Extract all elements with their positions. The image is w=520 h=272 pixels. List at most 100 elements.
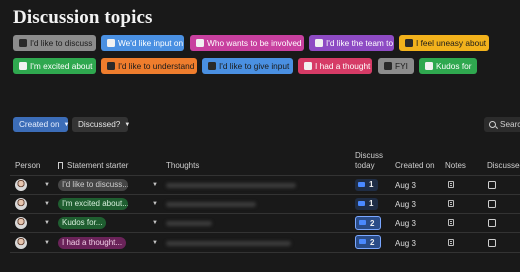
tag-id-like-the-team-to[interactable]: I'd like the team to — [309, 35, 394, 51]
column-header-statement-label: Statement starter — [67, 161, 129, 170]
page-title: Discussion topics — [13, 7, 153, 28]
column-header-discuss-today-line1[interactable]: Discuss — [355, 151, 383, 161]
column-header-person[interactable]: Person — [15, 161, 40, 171]
chevron-down-icon: ▼ — [63, 122, 70, 128]
discussed-checkbox[interactable] — [488, 219, 496, 227]
column-header-notes[interactable]: Notes — [445, 161, 466, 171]
tag-id-like-to-understand[interactable]: I'd like to understand — [101, 58, 197, 74]
thoughts-text-blurred — [166, 221, 212, 226]
table-divider — [10, 175, 520, 176]
discussed-checkbox[interactable] — [488, 239, 496, 247]
tag-handle-icon — [19, 62, 27, 70]
discuss-today-counter[interactable]: 1 — [355, 198, 378, 210]
discuss-today-counter[interactable]: 1 — [355, 179, 378, 191]
tag-label: FYI — [395, 61, 408, 71]
created-date: Aug 3 — [395, 219, 416, 228]
row-divider — [10, 252, 520, 253]
discussed-checkbox[interactable] — [488, 181, 496, 189]
created-on-filter-button[interactable]: Created on ▼ — [13, 117, 70, 132]
discuss-count: 2 — [370, 238, 375, 247]
filter-label: Discussed? — [78, 120, 121, 129]
tag-handle-icon — [107, 39, 115, 47]
discussed-filter-button[interactable]: Discussed? ▼ — [72, 117, 131, 132]
notes-icon[interactable] — [448, 181, 454, 188]
search-label: Search — [500, 120, 520, 129]
thoughts-text-blurred — [166, 183, 296, 188]
avatar[interactable] — [15, 237, 27, 249]
tag-handle-icon — [304, 62, 312, 70]
tag-label: I'd like the team to — [326, 38, 394, 48]
chevron-down-icon[interactable]: ▼ — [44, 182, 50, 188]
comment-icon — [359, 220, 366, 225]
statement-pill[interactable]: Kudos for... — [58, 217, 106, 229]
tag-im-excited-about[interactable]: I'm excited about — [13, 58, 96, 74]
notes-icon[interactable] — [448, 200, 454, 207]
notes-icon[interactable] — [448, 219, 454, 226]
row-divider — [10, 213, 520, 214]
tag-handle-icon — [208, 62, 216, 70]
tag-handle-icon — [19, 39, 27, 47]
search-icon — [489, 121, 496, 128]
row-divider — [10, 194, 520, 195]
tag-label: Who wants to be involved — [207, 38, 302, 48]
tag-i-had-a-thought[interactable]: I had a thought — [298, 58, 372, 74]
created-date: Aug 3 — [395, 239, 416, 248]
discussed-checkbox[interactable] — [488, 200, 496, 208]
statement-pill[interactable]: I had a thought... — [58, 237, 126, 249]
tag-fyi[interactable]: FYI — [378, 58, 414, 74]
tag-label: I'd like to give input — [219, 61, 290, 71]
tag-label: I'd like to discuss — [30, 38, 93, 48]
avatar[interactable] — [15, 217, 27, 229]
chevron-down-icon[interactable]: ▼ — [152, 182, 158, 188]
chevron-down-icon[interactable]: ▼ — [44, 201, 50, 207]
tag-id-like-to-give-input[interactable]: I'd like to give input — [202, 58, 293, 74]
tag-wed-like-input-on[interactable]: We'd like input on — [101, 35, 184, 51]
discuss-today-counter[interactable]: 2 — [355, 216, 381, 230]
chevron-down-icon[interactable]: ▼ — [152, 240, 158, 246]
comment-icon — [358, 201, 365, 206]
comment-icon — [359, 239, 366, 244]
tag-handle-icon — [315, 39, 323, 47]
chevron-down-icon[interactable]: ▼ — [152, 201, 158, 207]
column-header-thoughts[interactable]: Thoughts — [166, 161, 199, 171]
tag-handle-icon — [384, 62, 392, 70]
discuss-today-counter[interactable]: 2 — [355, 235, 381, 249]
notes-icon[interactable] — [448, 239, 454, 246]
chevron-down-icon[interactable]: ▼ — [44, 220, 50, 226]
created-date: Aug 3 — [395, 181, 416, 190]
search-button[interactable]: Search — [484, 117, 520, 132]
created-date: Aug 3 — [395, 200, 416, 209]
tag-handle-icon — [196, 39, 204, 47]
column-header-discussed[interactable]: Discussed? — [487, 161, 520, 171]
comment-icon — [358, 182, 365, 187]
statement-pill[interactable]: I'm excited about... — [58, 198, 128, 210]
tag-who-wants-to-be-involved[interactable]: Who wants to be involved — [190, 35, 304, 51]
row-divider — [10, 232, 520, 233]
tag-label: I had a thought — [315, 61, 371, 71]
tag-label: I'd like to understand — [118, 61, 195, 71]
tag-i-feel-uneasy-about[interactable]: I feel uneasy about — [399, 35, 489, 51]
filter-label: Created on — [19, 120, 60, 129]
tag-handle-icon — [107, 62, 115, 70]
tag-handle-icon — [425, 62, 433, 70]
statement-pill[interactable]: I'd like to discuss... — [58, 179, 128, 191]
thoughts-text-blurred — [166, 241, 291, 246]
discuss-count: 1 — [369, 180, 374, 189]
tag-id-like-to-discuss[interactable]: I'd like to discuss — [13, 35, 96, 51]
chevron-down-icon[interactable]: ▼ — [152, 220, 158, 226]
tag-label: Kudos for — [436, 61, 472, 71]
tag-label: I feel uneasy about — [416, 38, 487, 48]
column-header-discuss-today-line2[interactable]: today — [355, 161, 375, 171]
avatar[interactable] — [15, 198, 27, 210]
discuss-count: 1 — [369, 199, 374, 208]
tag-kudos-for[interactable]: Kudos for — [419, 58, 477, 74]
tag-label: I'm excited about — [30, 61, 93, 71]
discuss-count: 2 — [370, 219, 375, 228]
chevron-down-icon[interactable]: ▼ — [44, 240, 50, 246]
column-header-statement[interactable]: Statement starter — [58, 161, 128, 171]
thoughts-text-blurred — [166, 202, 256, 207]
chevron-down-icon: ▼ — [124, 122, 131, 128]
avatar[interactable] — [15, 179, 27, 191]
column-header-created-on[interactable]: Created on — [395, 161, 435, 171]
tag-label: We'd like input on — [118, 38, 184, 48]
